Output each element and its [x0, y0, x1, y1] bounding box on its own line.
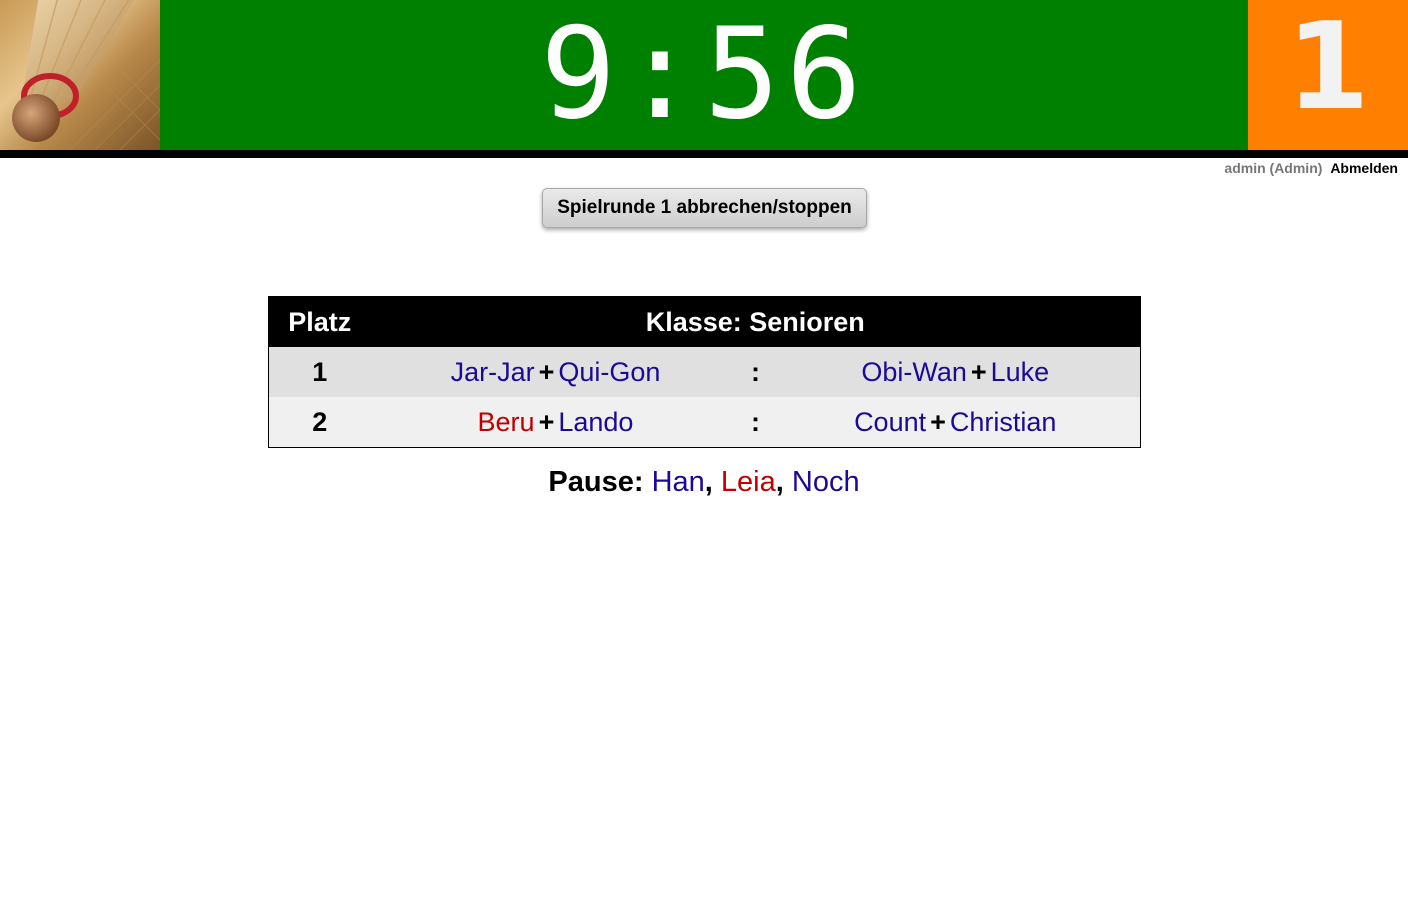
match-place: 2 — [268, 397, 371, 448]
team-right: Count + Christian — [770, 397, 1141, 448]
pause-player: Han — [651, 466, 705, 498]
score-separator: : — [740, 397, 771, 448]
match-place: 1 — [268, 347, 371, 397]
player-name: Beru — [477, 406, 535, 437]
user-bar: admin (Admin) Abmelden — [1224, 160, 1398, 176]
player-name: Lando — [558, 406, 634, 437]
pause-line: Pause: Han, Leia, Noch — [0, 466, 1408, 499]
match-rows: 1 Jar-Jar + Qui-Gon: Obi-Wan + Luke 2 Beru + Lando… — [268, 347, 1141, 448]
timer-band: 9:56 — [160, 0, 1248, 150]
table-header-row: Platz Klasse: Senioren — [268, 296, 1141, 347]
comma: , — [704, 466, 721, 498]
round-number-box: 1 — [1248, 0, 1408, 150]
logout-link[interactable]: Abmelden — [1330, 160, 1398, 176]
score-separator: : — [740, 347, 771, 397]
round-number: 1 — [1286, 0, 1370, 137]
team-left: Jar-Jar + Qui-Gon — [370, 347, 741, 397]
player-name: Luke — [990, 356, 1050, 387]
shuttlecock-icon — [12, 0, 160, 150]
player-name: Qui-Gon — [558, 356, 661, 387]
plus-sign: + — [538, 406, 555, 437]
stop-round-button[interactable]: Spielrunde 1 abbrechen/stoppen — [542, 188, 867, 228]
round-timer: 9:56 — [540, 0, 868, 147]
pause-player: Leia — [720, 466, 776, 498]
team-right: Obi-Wan + Luke — [770, 347, 1141, 397]
user-name: admin (Admin) — [1224, 160, 1323, 176]
matches-table: Platz Klasse: Senioren 1 Jar-Jar + Qui-Gon:… — [268, 296, 1142, 448]
pause-label: Pause: — [548, 466, 644, 498]
header: 9:56 1 — [0, 0, 1408, 150]
table-row: 2 Beru + Lando: Count + Christian — [268, 397, 1141, 448]
badminton-shuttlecock-logo — [0, 0, 160, 150]
player-name: Jar-Jar — [450, 356, 535, 387]
comma: , — [775, 466, 792, 498]
pause-player: Noch — [791, 466, 860, 498]
header-place: Platz — [268, 296, 371, 347]
header-class: Klasse: Senioren — [370, 296, 1141, 347]
player-name: Count — [854, 406, 927, 437]
plus-sign: + — [970, 356, 987, 387]
pause-players: Han, Leia, Noch — [652, 466, 860, 498]
player-name: Obi-Wan — [861, 356, 967, 387]
plus-sign: + — [538, 356, 555, 387]
team-left: Beru + Lando — [370, 397, 741, 448]
plus-sign: + — [930, 406, 946, 437]
player-name: Christian — [949, 406, 1057, 437]
header-divider — [0, 150, 1408, 158]
table-row: 1 Jar-Jar + Qui-Gon: Obi-Wan + Luke — [268, 347, 1141, 397]
